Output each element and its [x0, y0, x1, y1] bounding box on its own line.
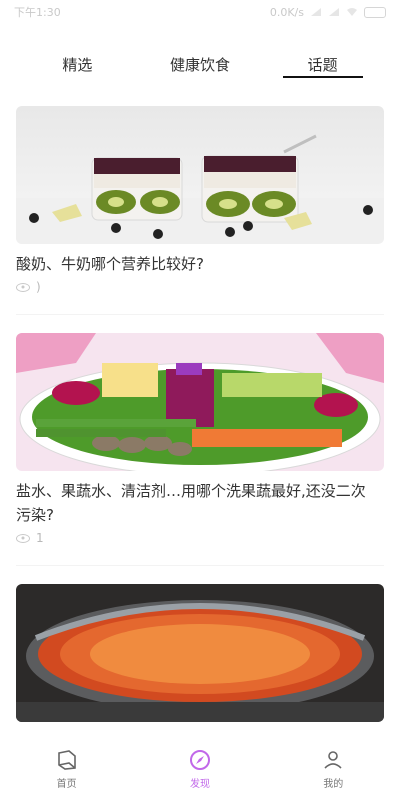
user-icon — [324, 751, 342, 769]
status-icons: 0.0K/s — [270, 6, 386, 19]
bottom-nav: 首页 发现 我的 — [0, 740, 400, 800]
vegetable-platter-image — [16, 333, 384, 471]
tab-topics[interactable]: 话题 — [261, 48, 384, 76]
battery-icon — [364, 6, 386, 18]
topic-feed[interactable]: 酸奶、牛奶哪个营养比较好? ) 盐水、果蔬水、清洁剂…用哪个洗果蔬最好,还没二次… — [16, 106, 384, 740]
divider — [16, 314, 384, 315]
status-bar: 下午1:30 0.0K/s — [0, 0, 400, 24]
eye-icon — [16, 533, 30, 543]
divider — [16, 565, 384, 566]
nav-label: 首页 — [56, 779, 77, 790]
tab-bar: 精选 健康饮食 话题 — [16, 48, 384, 78]
tab-label: 话题 — [307, 56, 338, 74]
card-title: 酸奶、牛奶哪个营养比较好? — [16, 255, 204, 273]
list-item[interactable] — [16, 584, 384, 722]
tab-label: 健康饮食 — [170, 56, 231, 74]
dessert-cups-image — [16, 106, 384, 244]
nav-home[interactable]: 首页 — [0, 740, 133, 800]
card-title: 盐水、果蔬水、清洁剂…用哪个洗果蔬最好,还没二次污染? — [16, 482, 366, 524]
tab-featured[interactable]: 精选 — [16, 48, 139, 76]
compass-icon — [189, 750, 210, 770]
wifi-icon — [347, 8, 357, 16]
tab-healthy-diet[interactable]: 健康饮食 — [139, 48, 262, 76]
eye-icon — [16, 282, 30, 292]
signal-icon — [311, 8, 321, 16]
app-screen: 下午1:30 0.0K/s 精选 健康饮食 话题 酸奶、牛奶哪个营养比较好?)… — [0, 0, 400, 800]
card-meta: 1 — [16, 531, 384, 545]
list-item[interactable]: 盐水、果蔬水、清洁剂…用哪个洗果蔬最好,还没二次污染? 1 — [16, 333, 384, 545]
nav-profile[interactable]: 我的 — [267, 740, 400, 800]
nav-discover[interactable]: 发现 — [133, 740, 266, 800]
hot-pan-food-image — [16, 584, 384, 722]
nav-label: 发现 — [189, 779, 210, 790]
signal-icon — [329, 8, 339, 16]
book-icon — [57, 750, 76, 770]
view-count: ) — [36, 280, 41, 294]
card-meta: ) — [16, 280, 384, 294]
view-count: 1 — [36, 531, 44, 545]
network-speed: 0.0K/s — [269, 5, 304, 19]
status-time: 下午1:30 — [14, 6, 61, 19]
nav-label: 我的 — [323, 779, 344, 790]
list-item[interactable]: 酸奶、牛奶哪个营养比较好? ) — [16, 106, 384, 294]
tab-label: 精选 — [62, 56, 93, 74]
